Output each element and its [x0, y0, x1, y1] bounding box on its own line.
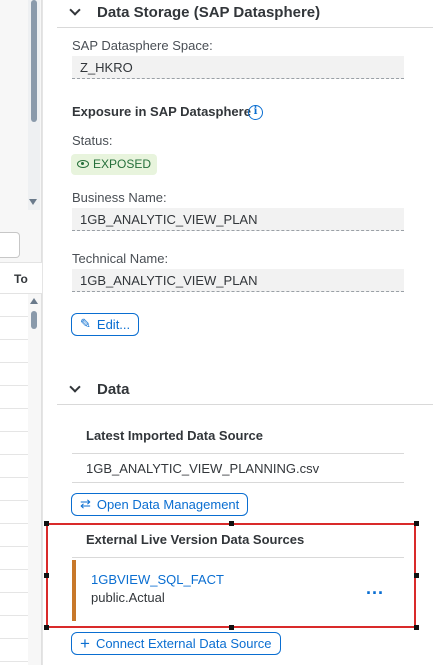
- technical-name-value: 1GB_ANALYTIC_VIEW_PLAN: [72, 269, 404, 292]
- resize-handle[interactable]: [44, 625, 49, 630]
- divider: [72, 453, 404, 454]
- chevron-down-icon[interactable]: [69, 381, 81, 393]
- exposure-title: Exposure in SAP Datasphere: [72, 104, 251, 119]
- eye-icon: [77, 160, 89, 168]
- latest-imported-value: 1GB_ANALYTIC_VIEW_PLANNING.csv: [86, 461, 320, 476]
- business-name-value: 1GB_ANALYTIC_VIEW_PLAN: [72, 208, 404, 231]
- left-column-header-label: To: [14, 272, 28, 286]
- status-value: EXPOSED: [93, 157, 152, 171]
- scrollbar-thumb-lower[interactable]: [31, 311, 37, 329]
- resize-handle[interactable]: [229, 625, 234, 630]
- resize-handle[interactable]: [414, 521, 419, 526]
- plus-icon: +: [80, 634, 90, 653]
- status-badge: EXPOSED: [71, 154, 158, 175]
- connect-external-source-label: Connect External Data Source: [95, 636, 272, 651]
- selection-highlight: [46, 523, 416, 628]
- resize-handle[interactable]: [44, 521, 49, 526]
- info-icon[interactable]: i: [248, 105, 263, 120]
- resize-handle[interactable]: [414, 625, 419, 630]
- data-storage-section-header[interactable]: Data Storage (SAP Datasphere): [57, 0, 433, 28]
- space-label: SAP Datasphere Space:: [72, 38, 213, 53]
- edit-pencil-icon: ✎: [80, 316, 91, 331]
- resize-handle[interactable]: [229, 521, 234, 526]
- space-value: Z_HKRO: [72, 56, 404, 79]
- data-title: Data: [97, 381, 130, 398]
- resize-handle[interactable]: [414, 573, 419, 578]
- scrollbar-thumb[interactable]: [31, 0, 37, 122]
- open-data-management-button[interactable]: ⇄ Open Data Management: [71, 493, 249, 516]
- business-name-label: Business Name:: [72, 190, 167, 205]
- edit-button[interactable]: ✎ Edit...: [71, 313, 140, 336]
- data-section-header[interactable]: Data: [57, 377, 433, 405]
- data-storage-title: Data Storage (SAP Datasphere): [97, 4, 321, 21]
- resize-handle[interactable]: [44, 573, 49, 578]
- scroll-up-arrow-icon[interactable]: [30, 298, 38, 304]
- edit-button-label: Edit...: [96, 317, 131, 332]
- status-label: Status:: [72, 133, 113, 148]
- open-data-management-label: Open Data Management: [96, 497, 240, 512]
- left-grid: [0, 294, 28, 665]
- technical-name-label: Technical Name:: [72, 251, 169, 266]
- left-input-field[interactable]: [0, 232, 20, 258]
- connect-external-source-button[interactable]: + Connect External Data Source: [71, 632, 281, 655]
- divider: [72, 482, 404, 483]
- data-management-icon: ⇄: [80, 496, 91, 511]
- chevron-down-icon[interactable]: [69, 4, 81, 16]
- scroll-down-arrow-icon[interactable]: [29, 199, 37, 205]
- left-column-header: To: [0, 262, 42, 294]
- latest-imported-label: Latest Imported Data Source: [86, 428, 263, 443]
